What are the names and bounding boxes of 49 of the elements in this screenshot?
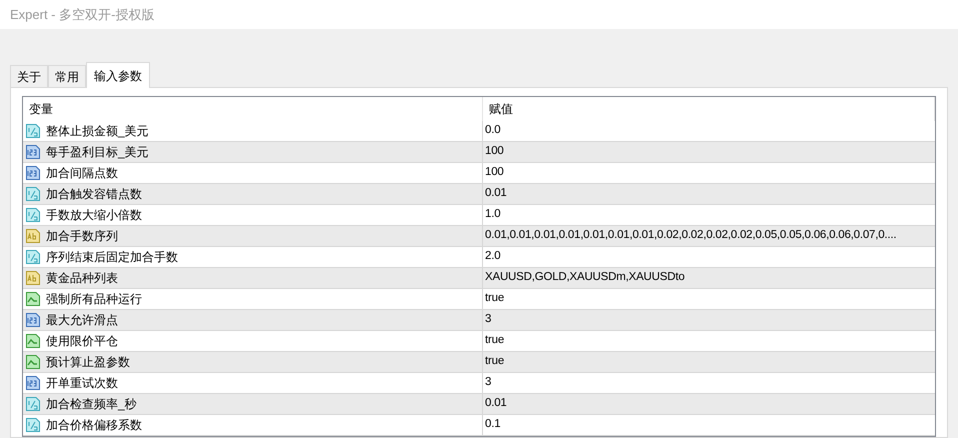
parameter-value[interactable]: true [485,290,504,308]
text-icon [25,270,41,286]
number-icon [25,165,41,181]
parameter-value[interactable]: 100 [485,164,504,182]
parameter-name: 序列结束后固定加合手数 [46,249,178,266]
parameter-name: 加合触发容错点数 [46,186,142,203]
toggle-curve-icon [25,333,41,349]
parameter-name: 手数放大缩小倍数 [46,207,142,224]
parameter-value[interactable]: 0.1 [485,416,500,434]
parameter-value[interactable]: true [485,353,504,371]
parameter-value[interactable]: 3 [485,311,492,329]
parameter-value[interactable]: 0.01 [485,185,507,203]
parameter-value[interactable]: 0.01 [485,395,507,413]
fraction-icon [25,186,41,202]
fraction-icon [25,249,41,265]
parameter-value[interactable]: 0.0 [485,122,500,140]
parameter-name: 强制所有品种运行 [46,291,142,308]
parameter-value[interactable]: 100 [485,143,504,161]
parameter-name: 预计算止盈参数 [46,354,130,371]
parameter-value[interactable]: 0.01,0.01,0.01,0.01,0.01,0.01,0.01,0.02,0.02,0.02,0.02,0.05,0.05,0.06,0.06,0.07,0.... [485,227,896,245]
window-title: Expert - 多空双开-授权版 [10,6,154,24]
parameter-value[interactable]: 1.0 [485,206,500,224]
parameter-value[interactable]: XAUUSD,GOLD,XAUUSDm,XAUUSDto [485,269,685,287]
text-icon [25,228,41,244]
parameter-name: 加合价格偏移系数 [46,417,142,434]
fraction-icon [25,207,41,223]
parameter-value[interactable]: true [485,332,504,350]
tab[interactable]: 常用 [48,65,86,87]
parameter-value[interactable]: 2.0 [485,248,500,266]
fraction-icon [25,396,41,412]
parameter-name: 整体止损金额_美元 [46,123,149,140]
tab[interactable]: 输入参数 [86,62,150,88]
parameter-name: 每手盈利目标_美元 [46,144,149,161]
toggle-curve-icon [25,354,41,370]
parameter-name: 黄金品种列表 [46,270,118,287]
parameter-name: 最大允许滑点 [46,312,118,329]
parameter-name: 使用限价平仓 [46,333,118,350]
toggle-curve-icon [25,291,41,307]
parameter-value[interactable]: 3 [485,374,492,392]
parameter-name: 加合手数序列 [46,228,118,245]
fraction-icon [25,123,41,139]
number-icon [25,144,41,160]
parameter-name: 加合间隔点数 [46,165,118,182]
number-icon [25,375,41,391]
fraction-icon [25,417,41,433]
number-icon [25,312,41,328]
parameter-name: 开单重试次数 [46,375,118,392]
tab[interactable]: 关于 [10,65,48,87]
parameter-name: 加合检查频率_秒 [46,396,137,413]
